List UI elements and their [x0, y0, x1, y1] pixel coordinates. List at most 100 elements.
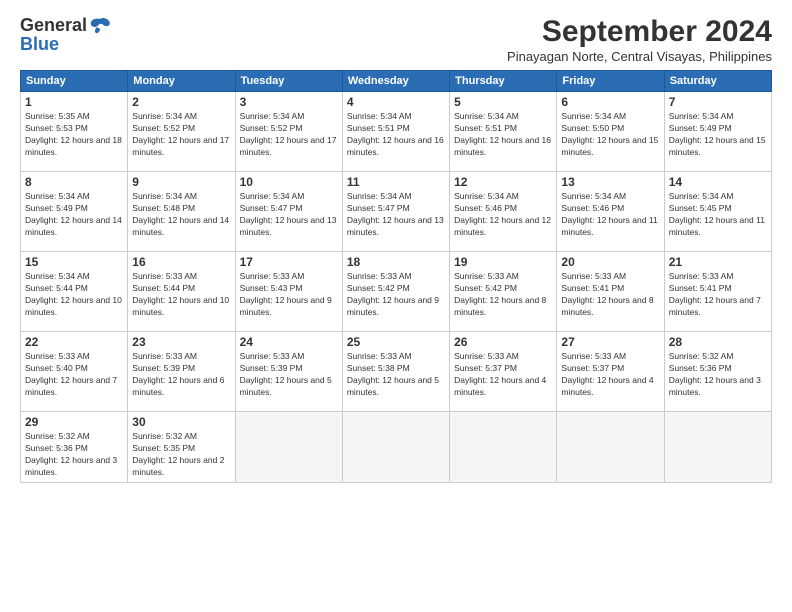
day-number: 7 [669, 95, 767, 109]
calendar-cell: 23 Sunrise: 5:33 AM Sunset: 5:39 PM Dayl… [128, 332, 235, 412]
day-number: 16 [132, 255, 230, 269]
calendar-cell: 12 Sunrise: 5:34 AM Sunset: 5:46 PM Dayl… [450, 172, 557, 252]
day-info: Sunrise: 5:34 AM Sunset: 5:52 PM Dayligh… [240, 111, 337, 157]
calendar-week-4: 22 Sunrise: 5:33 AM Sunset: 5:40 PM Dayl… [21, 332, 772, 412]
calendar-table: SundayMondayTuesdayWednesdayThursdayFrid… [20, 70, 772, 483]
day-info: Sunrise: 5:34 AM Sunset: 5:50 PM Dayligh… [561, 111, 658, 157]
day-header-monday: Monday [128, 71, 235, 92]
day-number: 25 [347, 335, 445, 349]
day-info: Sunrise: 5:34 AM Sunset: 5:48 PM Dayligh… [132, 191, 229, 237]
day-header-sunday: Sunday [21, 71, 128, 92]
logo-bird-icon [89, 17, 111, 35]
calendar-cell: 10 Sunrise: 5:34 AM Sunset: 5:47 PM Dayl… [235, 172, 342, 252]
day-number: 2 [132, 95, 230, 109]
day-number: 9 [132, 175, 230, 189]
day-info: Sunrise: 5:34 AM Sunset: 5:51 PM Dayligh… [347, 111, 444, 157]
day-number: 6 [561, 95, 659, 109]
day-info: Sunrise: 5:34 AM Sunset: 5:47 PM Dayligh… [347, 191, 444, 237]
day-info: Sunrise: 5:33 AM Sunset: 5:44 PM Dayligh… [132, 271, 229, 317]
calendar-cell [450, 412, 557, 483]
calendar-cell: 24 Sunrise: 5:33 AM Sunset: 5:39 PM Dayl… [235, 332, 342, 412]
logo: General Blue [20, 15, 111, 55]
calendar-cell: 1 Sunrise: 5:35 AM Sunset: 5:53 PM Dayli… [21, 92, 128, 172]
calendar-cell: 3 Sunrise: 5:34 AM Sunset: 5:52 PM Dayli… [235, 92, 342, 172]
day-number: 17 [240, 255, 338, 269]
day-info: Sunrise: 5:34 AM Sunset: 5:44 PM Dayligh… [25, 271, 122, 317]
day-number: 18 [347, 255, 445, 269]
logo-blue: Blue [20, 34, 59, 55]
day-number: 26 [454, 335, 552, 349]
day-info: Sunrise: 5:33 AM Sunset: 5:38 PM Dayligh… [347, 351, 439, 397]
day-info: Sunrise: 5:33 AM Sunset: 5:39 PM Dayligh… [132, 351, 224, 397]
day-number: 15 [25, 255, 123, 269]
calendar-cell: 9 Sunrise: 5:34 AM Sunset: 5:48 PM Dayli… [128, 172, 235, 252]
day-number: 21 [669, 255, 767, 269]
calendar-cell: 30 Sunrise: 5:32 AM Sunset: 5:35 PM Dayl… [128, 412, 235, 483]
calendar-cell [664, 412, 771, 483]
calendar-week-1: 1 Sunrise: 5:35 AM Sunset: 5:53 PM Dayli… [21, 92, 772, 172]
day-info: Sunrise: 5:32 AM Sunset: 5:36 PM Dayligh… [669, 351, 761, 397]
day-info: Sunrise: 5:34 AM Sunset: 5:51 PM Dayligh… [454, 111, 551, 157]
calendar-cell: 22 Sunrise: 5:33 AM Sunset: 5:40 PM Dayl… [21, 332, 128, 412]
day-number: 8 [25, 175, 123, 189]
day-info: Sunrise: 5:33 AM Sunset: 5:37 PM Dayligh… [561, 351, 653, 397]
calendar-cell: 27 Sunrise: 5:33 AM Sunset: 5:37 PM Dayl… [557, 332, 664, 412]
calendar-cell: 28 Sunrise: 5:32 AM Sunset: 5:36 PM Dayl… [664, 332, 771, 412]
day-number: 1 [25, 95, 123, 109]
day-number: 27 [561, 335, 659, 349]
day-number: 29 [25, 415, 123, 429]
calendar-cell: 17 Sunrise: 5:33 AM Sunset: 5:43 PM Dayl… [235, 252, 342, 332]
day-number: 30 [132, 415, 230, 429]
day-number: 22 [25, 335, 123, 349]
calendar-cell [342, 412, 449, 483]
calendar-cell: 7 Sunrise: 5:34 AM Sunset: 5:49 PM Dayli… [664, 92, 771, 172]
day-info: Sunrise: 5:34 AM Sunset: 5:49 PM Dayligh… [669, 111, 766, 157]
day-header-friday: Friday [557, 71, 664, 92]
day-number: 19 [454, 255, 552, 269]
calendar-cell: 14 Sunrise: 5:34 AM Sunset: 5:45 PM Dayl… [664, 172, 771, 252]
location-subtitle: Pinayagan Norte, Central Visayas, Philip… [507, 49, 772, 64]
day-number: 14 [669, 175, 767, 189]
day-info: Sunrise: 5:35 AM Sunset: 5:53 PM Dayligh… [25, 111, 122, 157]
day-info: Sunrise: 5:34 AM Sunset: 5:47 PM Dayligh… [240, 191, 337, 237]
calendar-cell: 11 Sunrise: 5:34 AM Sunset: 5:47 PM Dayl… [342, 172, 449, 252]
calendar-week-3: 15 Sunrise: 5:34 AM Sunset: 5:44 PM Dayl… [21, 252, 772, 332]
day-info: Sunrise: 5:34 AM Sunset: 5:46 PM Dayligh… [561, 191, 657, 237]
day-header-tuesday: Tuesday [235, 71, 342, 92]
calendar-cell: 26 Sunrise: 5:33 AM Sunset: 5:37 PM Dayl… [450, 332, 557, 412]
day-info: Sunrise: 5:33 AM Sunset: 5:39 PM Dayligh… [240, 351, 332, 397]
calendar-week-5: 29 Sunrise: 5:32 AM Sunset: 5:36 PM Dayl… [21, 412, 772, 483]
calendar-cell: 15 Sunrise: 5:34 AM Sunset: 5:44 PM Dayl… [21, 252, 128, 332]
day-info: Sunrise: 5:33 AM Sunset: 5:43 PM Dayligh… [240, 271, 332, 317]
calendar-cell [557, 412, 664, 483]
day-header-saturday: Saturday [664, 71, 771, 92]
month-title: September 2024 [507, 15, 772, 49]
day-number: 20 [561, 255, 659, 269]
day-number: 13 [561, 175, 659, 189]
calendar-cell: 18 Sunrise: 5:33 AM Sunset: 5:42 PM Dayl… [342, 252, 449, 332]
day-info: Sunrise: 5:33 AM Sunset: 5:42 PM Dayligh… [347, 271, 439, 317]
day-header-wednesday: Wednesday [342, 71, 449, 92]
calendar-header-row: SundayMondayTuesdayWednesdayThursdayFrid… [21, 71, 772, 92]
day-info: Sunrise: 5:34 AM Sunset: 5:45 PM Dayligh… [669, 191, 765, 237]
day-number: 4 [347, 95, 445, 109]
day-info: Sunrise: 5:33 AM Sunset: 5:42 PM Dayligh… [454, 271, 546, 317]
day-info: Sunrise: 5:33 AM Sunset: 5:41 PM Dayligh… [561, 271, 653, 317]
calendar-cell: 29 Sunrise: 5:32 AM Sunset: 5:36 PM Dayl… [21, 412, 128, 483]
day-number: 28 [669, 335, 767, 349]
calendar-cell: 5 Sunrise: 5:34 AM Sunset: 5:51 PM Dayli… [450, 92, 557, 172]
calendar-cell: 6 Sunrise: 5:34 AM Sunset: 5:50 PM Dayli… [557, 92, 664, 172]
day-info: Sunrise: 5:34 AM Sunset: 5:46 PM Dayligh… [454, 191, 551, 237]
day-info: Sunrise: 5:33 AM Sunset: 5:37 PM Dayligh… [454, 351, 546, 397]
day-info: Sunrise: 5:33 AM Sunset: 5:40 PM Dayligh… [25, 351, 117, 397]
header: General Blue September 2024 Pinayagan No… [20, 15, 772, 64]
calendar-cell: 20 Sunrise: 5:33 AM Sunset: 5:41 PM Dayl… [557, 252, 664, 332]
calendar-cell: 16 Sunrise: 5:33 AM Sunset: 5:44 PM Dayl… [128, 252, 235, 332]
day-number: 5 [454, 95, 552, 109]
day-number: 12 [454, 175, 552, 189]
calendar-cell: 25 Sunrise: 5:33 AM Sunset: 5:38 PM Dayl… [342, 332, 449, 412]
page: General Blue September 2024 Pinayagan No… [0, 0, 792, 612]
calendar-cell: 19 Sunrise: 5:33 AM Sunset: 5:42 PM Dayl… [450, 252, 557, 332]
logo-general: General [20, 15, 87, 36]
day-info: Sunrise: 5:33 AM Sunset: 5:41 PM Dayligh… [669, 271, 761, 317]
